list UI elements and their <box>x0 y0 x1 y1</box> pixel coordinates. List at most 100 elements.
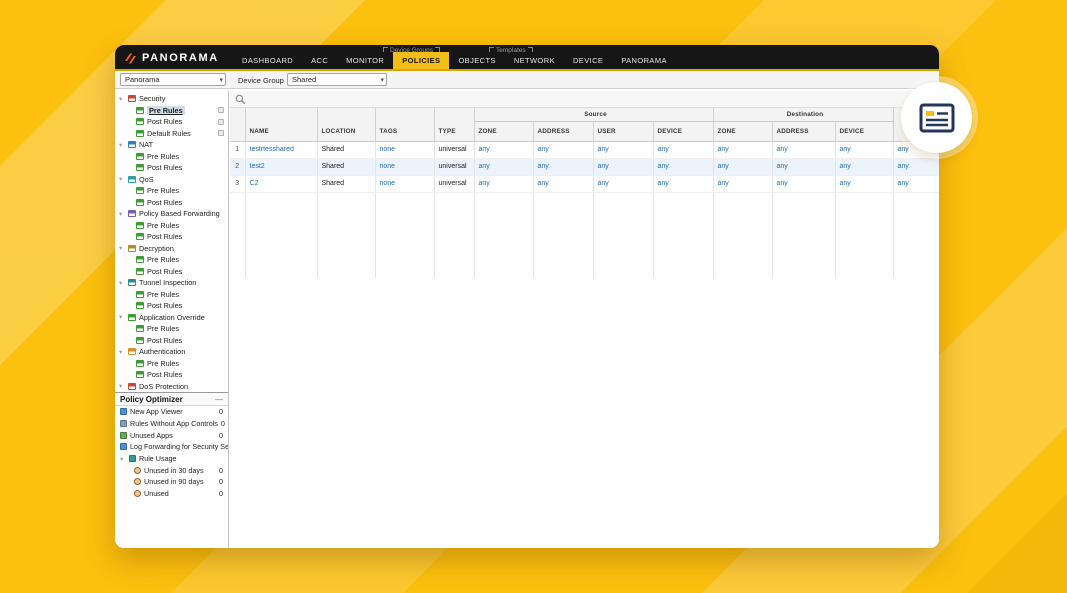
optimizer-item-log-forwarding[interactable]: Log Forwarding for Security Se <box>115 441 228 453</box>
source-user-value[interactable]: any <box>598 180 609 187</box>
source-user-value[interactable]: any <box>598 146 609 153</box>
source-user-value[interactable]: any <box>598 163 609 170</box>
minimize-icon[interactable]: — <box>215 393 223 406</box>
rule-tags-link[interactable]: none <box>380 163 396 170</box>
source-zone-value[interactable]: any <box>479 163 490 170</box>
destination-device-value[interactable]: any <box>840 180 851 187</box>
sidebar-item-security-post-rules[interactable]: Post Rules <box>115 116 228 128</box>
rule-row[interactable]: 1 testrtesshared Shared none universal a… <box>230 141 939 159</box>
optimizer-item-new-app-viewer[interactable]: New App Viewer 0 <box>115 406 228 418</box>
rule-row[interactable]: 3 C2 Shared none universal any any any a… <box>230 175 939 193</box>
chevron-down-icon[interactable]: ▾ <box>119 95 125 103</box>
clipped-column-value[interactable]: any <box>898 180 909 187</box>
source-zone-header[interactable]: ZONE <box>474 121 534 142</box>
sidebar-section-security[interactable]: ▾ Security <box>115 93 228 105</box>
sidebar-section-decryption[interactable]: ▾ Decryption <box>115 243 228 255</box>
chevron-down-icon[interactable]: ▾ <box>119 313 125 321</box>
sidebar-section-qos[interactable]: ▾ QoS <box>115 174 228 186</box>
tab-device[interactable]: DEVICE <box>564 52 612 69</box>
name-column-header[interactable]: NAME <box>245 108 318 142</box>
chevron-down-icon[interactable]: ▾ <box>119 244 125 252</box>
source-address-value[interactable]: any <box>538 180 549 187</box>
destination-address-value[interactable]: any <box>777 180 788 187</box>
sidebar-item-qos-pre-rules[interactable]: Pre Rules <box>115 185 228 197</box>
chevron-down-icon[interactable]: ▾ <box>119 382 125 390</box>
sidebar-item-decryption-post-rules[interactable]: Post Rules <box>115 266 228 278</box>
sidebar-item-nat-pre-rules[interactable]: Pre Rules <box>115 151 228 163</box>
tab-objects[interactable]: OBJECTS <box>449 52 504 69</box>
sidebar-item-qos-post-rules[interactable]: Post Rules <box>115 197 228 209</box>
tab-panorama[interactable]: PANORAMA <box>612 52 676 69</box>
clipped-column-value[interactable]: any <box>898 163 909 170</box>
destination-device-value[interactable]: any <box>840 163 851 170</box>
sidebar-item-appoverride-post-rules[interactable]: Post Rules <box>115 335 228 347</box>
optimizer-item-unused-30-days[interactable]: Unused in 30 days 0 <box>115 464 228 476</box>
sidebar-item-authentication-pre-rules[interactable]: Pre Rules <box>115 358 228 370</box>
destination-address-header[interactable]: ADDRESS <box>772 121 836 142</box>
tab-dashboard[interactable]: DASHBOARD <box>233 52 302 69</box>
chevron-down-icon[interactable]: ▾ <box>120 455 126 463</box>
location-column-header[interactable]: LOCATION <box>317 108 376 142</box>
destination-zone-header[interactable]: ZONE <box>713 121 773 142</box>
sidebar-item-tunnel-pre-rules[interactable]: Pre Rules <box>115 289 228 301</box>
chevron-down-icon[interactable]: ▾ <box>119 279 125 287</box>
device-group-select[interactable]: Shared <box>287 73 387 86</box>
tab-monitor[interactable]: MONITOR <box>337 52 393 69</box>
optimizer-item-unused-apps[interactable]: Unused Apps 0 <box>115 429 228 441</box>
optimizer-item-rules-without-app-controls[interactable]: Rules Without App Controls 0 <box>115 418 228 430</box>
source-zone-value[interactable]: any <box>479 180 490 187</box>
source-device-value[interactable]: any <box>658 146 669 153</box>
chevron-down-icon[interactable]: ▾ <box>119 175 125 183</box>
sidebar-item-decryption-pre-rules[interactable]: Pre Rules <box>115 254 228 266</box>
source-address-value[interactable]: any <box>538 163 549 170</box>
sidebar-section-tunnel-inspection[interactable]: ▾ Tunnel Inspection <box>115 277 228 289</box>
sidebar-section-pbf[interactable]: ▾ Policy Based Forwarding <box>115 208 228 220</box>
chevron-down-icon[interactable]: ▾ <box>119 210 125 218</box>
sidebar-section-dos-protection[interactable]: ▾ DoS Protection <box>115 381 228 393</box>
source-address-value[interactable]: any <box>538 146 549 153</box>
sidebar-item-tunnel-post-rules[interactable]: Post Rules <box>115 300 228 312</box>
chevron-down-icon[interactable]: ▾ <box>119 348 125 356</box>
tab-acc[interactable]: ACC <box>302 52 337 69</box>
destination-device-header[interactable]: DEVICE <box>835 121 894 142</box>
optimizer-item-rule-usage[interactable]: ▾ Rule Usage <box>115 453 228 465</box>
destination-device-value[interactable]: any <box>840 146 851 153</box>
source-user-header[interactable]: USER <box>593 121 654 142</box>
tab-network[interactable]: NETWORK <box>505 52 564 69</box>
type-column-header[interactable]: TYPE <box>434 108 475 142</box>
rule-name-link[interactable]: testrtesshared <box>250 146 294 153</box>
sidebar-section-authentication[interactable]: ▾ Authentication <box>115 346 228 358</box>
source-device-value[interactable]: any <box>658 180 669 187</box>
search-bar[interactable] <box>230 91 939 108</box>
destination-zone-value[interactable]: any <box>718 163 729 170</box>
optimizer-item-unused-90-days[interactable]: Unused in 90 days 0 <box>115 476 228 488</box>
source-zone-value[interactable]: any <box>479 146 490 153</box>
sidebar-section-application-override[interactable]: ▾ Application Override <box>115 312 228 324</box>
sidebar-item-authentication-post-rules[interactable]: Post Rules <box>115 369 228 381</box>
rule-name-link[interactable]: C2 <box>250 180 259 187</box>
rule-name-link[interactable]: test2 <box>250 163 265 170</box>
sidebar-item-security-pre-rules[interactable]: Pre Rules <box>115 105 228 117</box>
sidebar-section-nat[interactable]: ▾ NAT <box>115 139 228 151</box>
source-device-value[interactable]: any <box>658 163 669 170</box>
destination-address-value[interactable]: any <box>777 146 788 153</box>
destination-zone-value[interactable]: any <box>718 146 729 153</box>
context-select[interactable]: Panorama <box>120 73 226 86</box>
rule-tags-link[interactable]: none <box>380 180 396 187</box>
source-address-header[interactable]: ADDRESS <box>533 121 594 142</box>
optimizer-item-unused[interactable]: Unused 0 <box>115 488 228 500</box>
destination-zone-value[interactable]: any <box>718 180 729 187</box>
sidebar-item-pbf-post-rules[interactable]: Post Rules <box>115 231 228 243</box>
rule-row[interactable]: 2 test2 Shared none universal any any an… <box>230 158 939 176</box>
tab-policies[interactable]: POLICIES <box>393 52 450 69</box>
tags-column-header[interactable]: TAGS <box>375 108 435 142</box>
sidebar-item-security-default-rules[interactable]: Default Rules <box>115 128 228 140</box>
sidebar-item-pbf-pre-rules[interactable]: Pre Rules <box>115 220 228 232</box>
sidebar-item-appoverride-pre-rules[interactable]: Pre Rules <box>115 323 228 335</box>
clipped-column-value[interactable]: any <box>898 146 909 153</box>
rule-tags-link[interactable]: none <box>380 146 396 153</box>
source-device-header[interactable]: DEVICE <box>653 121 714 142</box>
chevron-down-icon[interactable]: ▾ <box>119 141 125 149</box>
destination-address-value[interactable]: any <box>777 163 788 170</box>
sidebar-item-nat-post-rules[interactable]: Post Rules <box>115 162 228 174</box>
